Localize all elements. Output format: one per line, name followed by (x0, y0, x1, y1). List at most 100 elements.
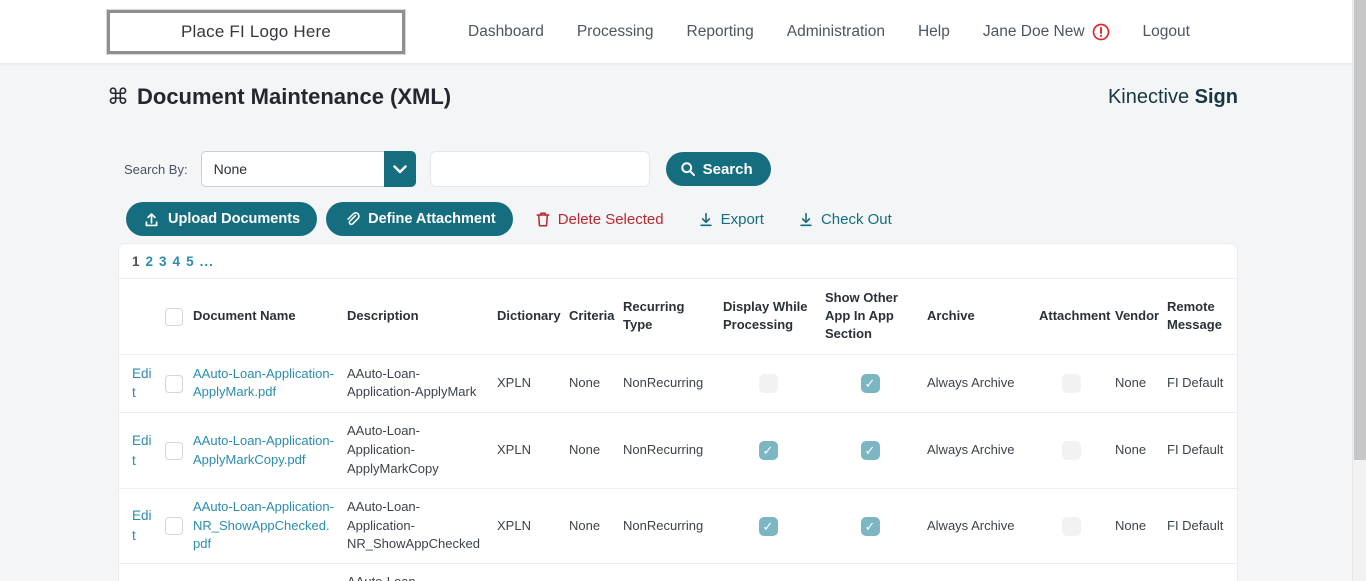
archive-cell: Always Archive (927, 374, 1015, 390)
row-checkbox[interactable] (165, 441, 183, 460)
page-5[interactable]: 5 (186, 254, 195, 269)
remote-message-cell: FI Default (1167, 374, 1224, 390)
document-name-link[interactable]: AAuto-Loan-Application-ApplyMarkCopy.pdf (193, 433, 334, 467)
description-cell: AAuto-Loan-Application-ApplyMarkCopy (347, 423, 439, 476)
show-other-app-checkbox (860, 516, 880, 536)
document-name-link[interactable]: AAuto-Loan-Application-ApplyMark.pdf (193, 366, 334, 400)
archive-cell: Always Archive (921, 564, 1033, 581)
warning-icon (1092, 23, 1110, 41)
description-cell: AAuto-Loan-Application-ApplyMark (347, 365, 477, 400)
download-icon (798, 211, 814, 228)
documents-table-card: 1 2 3 4 5 ... Document Name Description … (118, 243, 1238, 581)
nav-reporting[interactable]: Reporting (687, 23, 754, 41)
col-recurring-type: Recurring Type (623, 299, 685, 333)
col-show-other-app: Show Other App In App Section (825, 290, 898, 342)
remote-message-cell: FI Default (1167, 517, 1224, 533)
col-criteria: Criteria (569, 308, 615, 324)
define-attachment-button[interactable]: Define Attachment (326, 202, 513, 236)
download-icon (698, 211, 714, 228)
edit-link[interactable]: Edit (132, 433, 152, 468)
col-attachment: Attachment (1039, 308, 1111, 324)
show-other-app-checkbox (860, 373, 880, 393)
vendor-cell: None (1115, 374, 1147, 390)
select-all-header (159, 279, 187, 354)
document-name-link[interactable]: AAuto-Loan-Application-NR_ShowAppChecked… (193, 499, 334, 552)
dictionary-cell: XPLN (497, 442, 531, 458)
page-1[interactable]: 1 (132, 254, 141, 269)
pagination: 1 2 3 4 5 ... (119, 244, 1237, 279)
dictionary-cell: XPLN (497, 374, 531, 390)
main-content: ⌘ Document Maintenance (XML) Kinective S… (107, 84, 1238, 581)
trash-icon (535, 211, 551, 228)
export-button[interactable]: Export (698, 211, 764, 228)
search-by-label: Search By: (124, 161, 188, 177)
page-more[interactable]: ... (200, 254, 214, 269)
search-input[interactable] (429, 151, 650, 187)
page-3[interactable]: 3 (159, 254, 168, 269)
nav-administration[interactable]: Administration (787, 23, 885, 41)
row-checkbox[interactable] (165, 517, 183, 536)
vendor-cell: None (1109, 564, 1161, 581)
description-cell: AAuto-Loan-Application-NR_ShowAppChecked (347, 498, 480, 552)
fi-logo-placeholder: Place FI Logo Here (107, 9, 405, 54)
select-all-checkbox[interactable] (165, 307, 183, 326)
recurring-type-cell: NonRecurring (617, 564, 717, 581)
page-2[interactable]: 2 (146, 254, 155, 269)
display-while-processing-checkbox (758, 441, 778, 461)
recurring-type-cell: NonRecurring (623, 442, 704, 458)
upload-icon (143, 211, 160, 228)
recurring-type-cell: NonRecurring (623, 517, 704, 533)
top-header-bar: Place FI Logo Here Dashboard Processing … (0, 0, 1366, 63)
criteria-cell: None (569, 374, 601, 390)
scrollbar-thumb[interactable] (1354, 0, 1366, 460)
edit-link[interactable]: Edit (132, 508, 152, 543)
vertical-scrollbar[interactable] (1352, 0, 1366, 581)
attachment-checkbox (1061, 516, 1081, 536)
criteria-cell: None (569, 442, 601, 458)
document-maintenance-icon: ⌘ (107, 84, 129, 109)
remote-message-cell: FI Default (1167, 442, 1224, 458)
vendor-cell: None (1115, 442, 1147, 458)
nav-processing[interactable]: Processing (577, 23, 654, 41)
search-button[interactable]: Search (665, 152, 771, 186)
brand-name: Kinective (1107, 85, 1190, 108)
recurring-type-cell: NonRecurring (623, 374, 704, 390)
actions-row: Upload Documents Define Attachment Delet… (126, 202, 1238, 236)
brand-product: Sign (1194, 85, 1238, 108)
nav-logout[interactable]: Logout (1143, 23, 1190, 41)
row-checkbox[interactable] (165, 374, 183, 393)
check-out-button[interactable]: Check Out (798, 211, 892, 228)
upload-documents-button[interactable]: Upload Documents (126, 202, 318, 236)
nav-dashboard[interactable]: Dashboard (468, 23, 544, 41)
table-row: Edit AAuto-Loan-Application-ApplyMark.pd… (119, 354, 1237, 413)
fi-logo-text: Place FI Logo Here (180, 21, 332, 41)
title-row: ⌘ Document Maintenance (XML) Kinective S… (107, 84, 1238, 110)
attachment-checkbox (1061, 373, 1081, 393)
documents-table: Document Name Description Dictionary Cri… (119, 279, 1237, 581)
search-by-dropdown[interactable]: None (200, 151, 416, 187)
table-row: Edit AAuto-Loan-Application-NR_ShowAppCh… (119, 488, 1237, 564)
chevron-down-icon[interactable] (383, 151, 416, 187)
col-document-name: Document Name (193, 308, 296, 324)
table-row: Edit AAuto-Loan-Application-NR_ShowAppUn… (119, 564, 1237, 581)
page-4[interactable]: 4 (173, 254, 182, 269)
edit-link[interactable]: Edit (132, 366, 152, 401)
table-row: Edit AAuto-Loan-Application-ApplyMarkCop… (119, 413, 1237, 489)
delete-selected-button[interactable]: Delete Selected (535, 211, 664, 228)
nav-help[interactable]: Help (918, 23, 950, 41)
criteria-cell: None (569, 517, 601, 533)
col-remote-message: Remote Message (1167, 299, 1222, 333)
display-while-processing-checkbox (758, 516, 778, 536)
show-other-app-checkbox (860, 441, 880, 461)
brand-logo: Kinective Sign (1108, 86, 1238, 109)
vendor-cell: None (1115, 517, 1147, 533)
page-title: ⌘ Document Maintenance (XML) (107, 84, 452, 109)
criteria-cell: None (563, 564, 617, 581)
display-while-processing-checkbox (758, 373, 778, 393)
attachment-checkbox (1061, 441, 1081, 461)
description-cell: AAuto-Loan-Application-NR_ShowAppUncheck… (341, 564, 491, 581)
paperclip-icon (343, 211, 360, 228)
nav-user-jane-doe[interactable]: Jane Doe New (983, 23, 1110, 41)
edit-column-header (119, 279, 159, 354)
table-header-row: Document Name Description Dictionary Cri… (119, 279, 1237, 355)
